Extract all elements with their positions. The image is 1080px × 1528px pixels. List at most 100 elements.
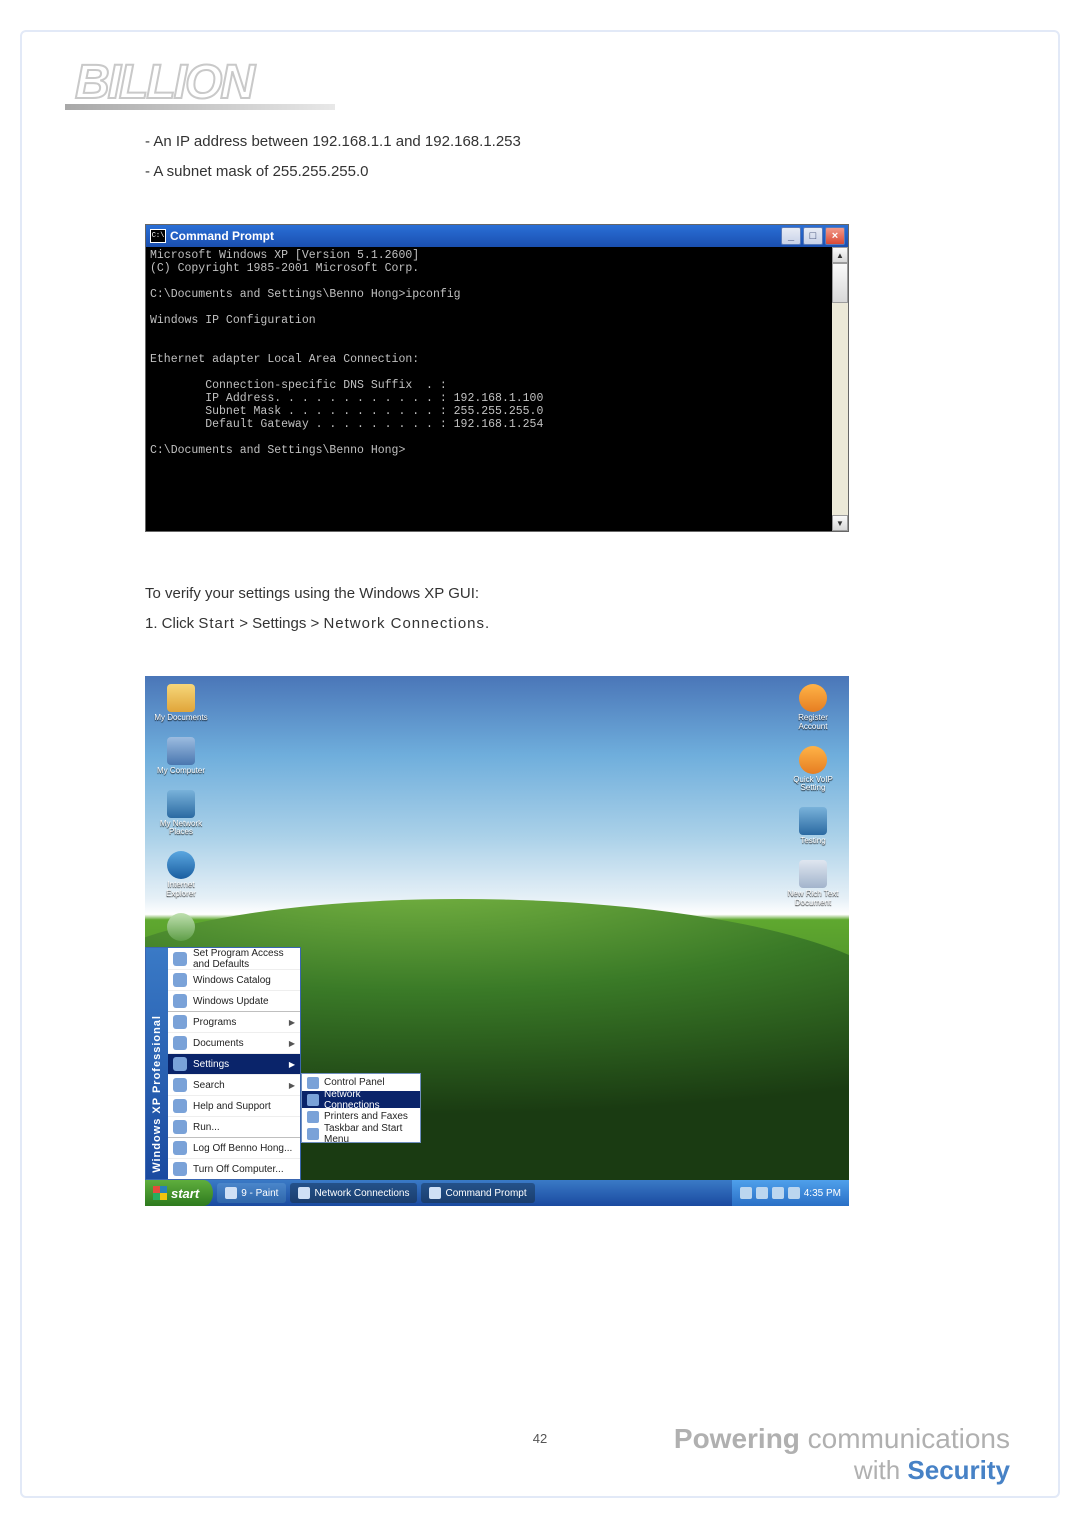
start-menu-item[interactable]: Settings▶: [168, 1053, 300, 1074]
tray-icon[interactable]: [756, 1187, 768, 1199]
step1-period: .: [485, 615, 489, 632]
submenu-item-icon: [307, 1077, 319, 1089]
start-menu[interactable]: Windows XP Professional Set Program Acce…: [145, 947, 301, 1180]
taskbar-item[interactable]: 9 - Paint: [217, 1183, 286, 1203]
submenu-arrow-icon: ▶: [289, 1039, 295, 1048]
desktop-icon-glyph: [799, 746, 827, 774]
submenu-item-icon: [307, 1111, 319, 1123]
verify-text: To verify your settings using the Window…: [145, 582, 985, 606]
menu-item-label: Log Off Benno Hong...: [193, 1143, 292, 1154]
systray[interactable]: 4:35 PM: [732, 1180, 849, 1206]
scroll-track[interactable]: [832, 263, 848, 515]
desktop-icon[interactable]: [153, 913, 209, 943]
step1-net: Network Connections: [323, 615, 485, 632]
desktop-icon-glyph: [167, 851, 195, 879]
menu-item-icon: [173, 952, 187, 966]
clock: 4:35 PM: [804, 1188, 841, 1199]
desktop-icon-label: Testing: [785, 837, 841, 846]
cmd-body: Microsoft Windows XP [Version 5.1.2600] …: [146, 247, 848, 531]
xp-side-strip: Windows XP Professional: [146, 948, 168, 1179]
menu-item-icon: [173, 1036, 187, 1050]
content: - An IP address between 192.168.1.1 and …: [145, 130, 985, 1206]
step1-prefix: 1. Click: [145, 615, 198, 632]
maximize-button[interactable]: □: [803, 227, 823, 245]
cmd-window: C:\ Command Prompt _ □ × Microsoft Windo…: [145, 224, 849, 532]
taskbar-item-icon: [298, 1187, 310, 1199]
start-menu-item[interactable]: Windows Update: [168, 990, 300, 1011]
menu-item-label: Turn Off Computer...: [193, 1164, 284, 1175]
submenu-item-label: Control Panel: [324, 1077, 385, 1088]
cmd-titlebar[interactable]: C:\ Command Prompt _ □ ×: [146, 225, 848, 247]
desktop-icon[interactable]: My Network Places: [153, 790, 209, 838]
menu-item-label: Settings: [193, 1059, 229, 1070]
menu-item-label: Windows Update: [193, 996, 269, 1007]
desktop-icon-label: Quick VoIP Setting: [785, 776, 841, 794]
settings-submenu[interactable]: Control PanelNetwork ConnectionsPrinters…: [301, 1073, 421, 1143]
cmd-scrollbar[interactable]: ▲ ▼: [832, 247, 848, 531]
tray-icon[interactable]: [788, 1187, 800, 1199]
desktop-icon-label: New Rich Text Document: [785, 890, 841, 908]
start-menu-item[interactable]: Log Off Benno Hong...: [168, 1137, 300, 1158]
desktop-icon-label: My Computer: [153, 767, 209, 776]
step1-gt1: >: [235, 615, 252, 632]
desktop-icon[interactable]: Testing: [785, 807, 841, 846]
start-menu-item[interactable]: Run...: [168, 1116, 300, 1137]
scroll-thumb[interactable]: [832, 263, 848, 303]
start-button[interactable]: start: [145, 1180, 213, 1206]
desktop-icon[interactable]: Quick VoIP Setting: [785, 746, 841, 794]
desktop-icon-glyph: [799, 807, 827, 835]
bullet-ip: - An IP address between 192.168.1.1 and …: [145, 130, 985, 154]
menu-item-icon: [173, 1057, 187, 1071]
submenu-item-label: Network Connections: [324, 1089, 415, 1111]
footer-security: Security: [907, 1455, 1010, 1485]
start-menu-item[interactable]: Windows Catalog: [168, 969, 300, 990]
taskbar[interactable]: start 9 - Paint Network Connections Comman…: [145, 1180, 849, 1206]
tray-icon[interactable]: [740, 1187, 752, 1199]
xp-desktop-screenshot: My Documents My Computer My Network Places…: [145, 676, 849, 1206]
desktop-icon-glyph: [799, 860, 827, 888]
submenu-item[interactable]: Network Connections: [302, 1091, 420, 1108]
cmd-text[interactable]: Microsoft Windows XP [Version 5.1.2600] …: [146, 247, 832, 531]
windows-flag-icon: [153, 1186, 167, 1200]
footer-brand: Powering communications with Security: [674, 1423, 1010, 1486]
start-menu-item[interactable]: Set Program Access and Defaults: [168, 948, 300, 969]
desktop-icon[interactable]: Internet Explorer: [153, 851, 209, 899]
minimize-button[interactable]: _: [781, 227, 801, 245]
desktop-icon[interactable]: My Documents: [153, 684, 209, 723]
scroll-up-button[interactable]: ▲: [832, 247, 848, 263]
taskbar-item-label: 9 - Paint: [241, 1188, 278, 1199]
start-menu-item[interactable]: Programs▶: [168, 1011, 300, 1032]
taskbar-item[interactable]: Command Prompt: [421, 1183, 534, 1203]
close-button[interactable]: ×: [825, 227, 845, 245]
step1-start: Start: [198, 615, 235, 632]
bullet-subnet: - A subnet mask of 255.255.255.0: [145, 160, 985, 184]
desktop-icon-glyph: [167, 737, 195, 765]
desktop-icon[interactable]: New Rich Text Document: [785, 860, 841, 908]
menu-item-label: Search: [193, 1080, 225, 1091]
start-menu-item[interactable]: Help and Support: [168, 1095, 300, 1116]
desktop-icon[interactable]: Register Account: [785, 684, 841, 732]
tray-icon[interactable]: [772, 1187, 784, 1199]
start-menu-item[interactable]: Documents ▶: [168, 1032, 300, 1053]
submenu-item-label: Printers and Faxes: [324, 1111, 408, 1122]
scroll-down-button[interactable]: ▼: [832, 515, 848, 531]
menu-item-label: Documents: [193, 1038, 244, 1049]
start-menu-item[interactable]: Turn Off Computer...: [168, 1158, 300, 1179]
taskbar-item[interactable]: Network Connections: [290, 1183, 417, 1203]
menu-item-icon: [173, 1141, 187, 1155]
menu-item-icon: [173, 994, 187, 1008]
menu-item-label: Run...: [193, 1122, 220, 1133]
desktop-icon-glyph: [799, 684, 827, 712]
desktop-icon-glyph: [167, 913, 195, 941]
taskbar-item-label: Network Connections: [314, 1188, 409, 1199]
cmd-title-text: Command Prompt: [170, 229, 777, 243]
desktop-icon[interactable]: My Computer: [153, 737, 209, 776]
menu-item-label: Help and Support: [193, 1101, 271, 1112]
menu-item-icon: [173, 973, 187, 987]
step-1: 1. Click Start > Settings > Network Conn…: [145, 612, 985, 636]
start-menu-item[interactable]: Search ▶: [168, 1074, 300, 1095]
taskbar-item-icon: [225, 1187, 237, 1199]
submenu-item[interactable]: Taskbar and Start Menu: [302, 1125, 420, 1142]
submenu-arrow-icon: ▶: [289, 1081, 295, 1090]
page: BILLION - An IP address between 192.168.…: [0, 0, 1080, 1528]
